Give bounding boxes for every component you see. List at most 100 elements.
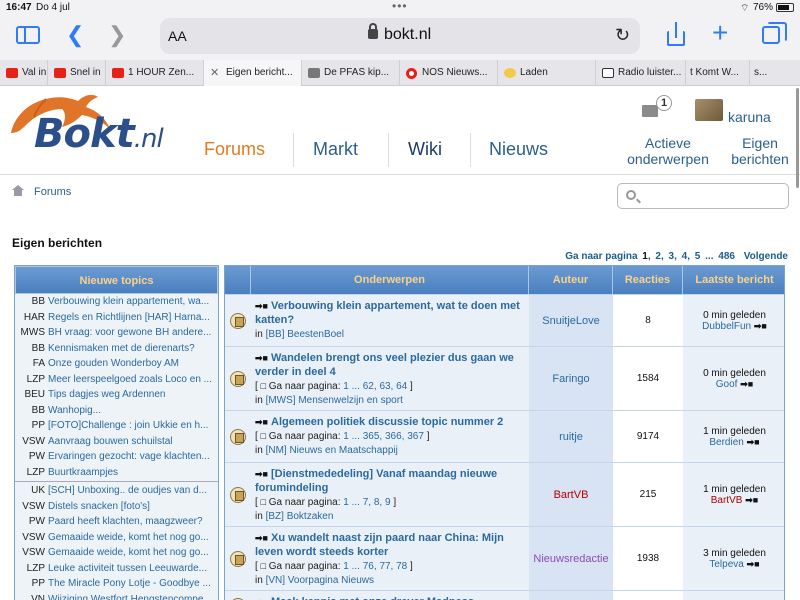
author-link[interactable]: Nieuwsredactie bbox=[533, 553, 608, 565]
new-topic-item[interactable]: PP The Miracle Pony Lotje - Goodbye ... bbox=[15, 576, 218, 592]
share-icon[interactable] bbox=[665, 22, 687, 48]
reader-options-button[interactable]: AA bbox=[168, 28, 187, 44]
browser-tab[interactable]: 1 HOUR Zen... bbox=[106, 60, 204, 86]
last-post-user[interactable]: DubbelFun bbox=[702, 321, 751, 332]
author-link[interactable]: SnuitjeLove bbox=[542, 315, 600, 327]
topic-page-link[interactable]: 78 bbox=[396, 561, 407, 572]
forum-link[interactable]: [BZ] Boktzaken bbox=[266, 511, 334, 522]
home-icon[interactable] bbox=[12, 185, 24, 196]
new-topic-item[interactable]: VSW Distels snacken [foto's] bbox=[15, 499, 218, 515]
page-scrollbar[interactable] bbox=[796, 88, 799, 188]
sidebar-toggle-icon[interactable] bbox=[16, 26, 40, 44]
nav-markt[interactable]: Markt bbox=[313, 139, 358, 160]
browser-tab[interactable]: Val in bbox=[0, 60, 48, 86]
pagination-page[interactable]: 2 bbox=[655, 251, 661, 262]
topic-page-link[interactable]: 1 bbox=[343, 381, 349, 392]
forum-link[interactable]: [BB] BeestenBoel bbox=[266, 329, 344, 340]
reload-icon[interactable]: ↻ bbox=[615, 25, 630, 46]
topic-page-link[interactable]: 365, bbox=[363, 431, 382, 442]
new-topic-item[interactable]: VSW Aanvraag bouwen schuilstal bbox=[15, 434, 218, 450]
mail-icon[interactable] bbox=[642, 105, 658, 117]
topic-page-link[interactable]: 366, bbox=[385, 431, 404, 442]
topic-page-link[interactable]: 7, bbox=[363, 497, 371, 508]
new-post-icon[interactable]: ➡■ bbox=[255, 595, 271, 600]
search-box[interactable] bbox=[617, 183, 789, 209]
forum-link[interactable]: [VN] Voorpagina Nieuws bbox=[266, 575, 374, 586]
address-bar[interactable]: AA bokt.nl ↻ bbox=[160, 18, 640, 54]
topic-page-link[interactable]: 1 bbox=[343, 431, 349, 442]
pagination-last[interactable]: 486 bbox=[718, 251, 735, 262]
nav-forums[interactable]: Forums bbox=[204, 139, 265, 160]
new-topic-link[interactable]: Gemaaide weide, komt het nog go... bbox=[48, 547, 209, 558]
nav-nieuws[interactable]: Nieuws bbox=[489, 139, 548, 160]
topic-page-link[interactable]: 9 bbox=[385, 497, 391, 508]
new-topic-link[interactable]: Wanhopig... bbox=[48, 405, 101, 416]
new-topic-link[interactable]: Meer leerspeelgoed zoals Loco en ... bbox=[48, 374, 212, 385]
topic-page-link[interactable]: ... bbox=[352, 497, 360, 508]
new-topic-item[interactable]: VN Wijziging Westfort Hengstencompe... bbox=[15, 592, 218, 600]
browser-tab[interactable]: s... bbox=[750, 60, 800, 86]
topic-page-link[interactable]: 1 bbox=[343, 497, 349, 508]
new-topic-item[interactable]: PW Ervaringen gezocht: vage klachten... bbox=[15, 449, 218, 465]
topic-link[interactable]: ➡■ Algemeen politiek discussie topic numm… bbox=[255, 415, 525, 429]
new-topic-item[interactable]: HAR Regels en Richtlijnen [HAR] Harna... bbox=[15, 310, 218, 326]
new-topic-link[interactable]: Aanvraag bouwen schuilstal bbox=[48, 436, 173, 447]
topic-page-link[interactable]: 63, bbox=[379, 381, 393, 392]
new-topic-link[interactable]: Wijziging Westfort Hengstencompe... bbox=[48, 594, 212, 600]
topic-page-link[interactable]: 367 bbox=[407, 431, 424, 442]
new-topic-item[interactable]: LZP Leuke activiteit tussen Leeuwarde... bbox=[15, 561, 218, 577]
back-icon[interactable]: ❮ bbox=[66, 24, 84, 46]
topic-link[interactable]: ➡■ Xu wandelt naast zijn paard naar China… bbox=[255, 531, 525, 559]
url-text[interactable]: bokt.nl bbox=[384, 26, 431, 44]
goto-last-post-icon[interactable]: ➡■ bbox=[747, 559, 760, 569]
goto-last-post-icon[interactable]: ➡■ bbox=[747, 437, 760, 447]
pagination-page[interactable]: 4 bbox=[682, 251, 688, 262]
new-topic-link[interactable]: The Miracle Pony Lotje - Goodbye ... bbox=[48, 578, 211, 589]
nav-wiki[interactable]: Wiki bbox=[408, 139, 442, 160]
topic-link[interactable]: ➡■Maak kennis met onze drever Madness... bbox=[255, 595, 525, 600]
browser-tab[interactable]: Snel in bbox=[48, 60, 106, 86]
new-tab-icon[interactable]: + bbox=[712, 19, 728, 47]
new-topic-item[interactable]: BEU Tips dagjes weg Ardennen bbox=[15, 387, 218, 403]
new-topic-item[interactable]: UK [SCH] Unboxing.. de oudjes van d... bbox=[15, 483, 218, 499]
new-topic-item[interactable]: BB Verbouwing klein appartement, wa... bbox=[15, 294, 218, 310]
new-topic-link[interactable]: Tips dagjes weg Ardennen bbox=[48, 389, 166, 400]
new-topic-item[interactable]: BB Wanhopig... bbox=[15, 403, 218, 419]
new-topic-item[interactable]: VSW Gemaaide weide, komt het nog go... bbox=[15, 530, 218, 546]
new-topic-link[interactable]: Ervaringen gezocht: vage klachten... bbox=[48, 451, 210, 462]
new-topic-link[interactable]: Regels en Richtlijnen [HAR] Harna... bbox=[48, 312, 210, 323]
username-link[interactable]: karuna bbox=[728, 109, 771, 125]
new-topic-item[interactable]: LZP Buurtkraampjes bbox=[15, 465, 218, 481]
new-topic-link[interactable]: Paard heeft klachten, maagzweer? bbox=[48, 516, 203, 527]
nav-actieve-onderwerpen[interactable]: Actieve onderwerpen bbox=[622, 135, 714, 167]
topic-page-link[interactable]: ... bbox=[352, 381, 360, 392]
new-topic-item[interactable]: PP [FOTO]Challenge : join Ukkie en h... bbox=[15, 418, 218, 434]
pagination-page[interactable]: 5 bbox=[695, 251, 701, 262]
forum-link[interactable]: [NM] Nieuws en Maatschappij bbox=[266, 445, 398, 456]
goto-last-post-icon[interactable]: ➡■ bbox=[740, 379, 753, 389]
bokt-logo[interactable]: Bokt.nl bbox=[6, 91, 176, 167]
topic-page-link[interactable]: 77, bbox=[379, 561, 393, 572]
author-link[interactable]: Faringo bbox=[552, 373, 589, 385]
browser-tab[interactable]: Radio luister... bbox=[596, 60, 686, 86]
browser-tab[interactable]: De PFAS kip... bbox=[302, 60, 400, 86]
avatar[interactable] bbox=[695, 99, 723, 121]
new-topic-link[interactable]: [FOTO]Challenge : join Ukkie en h... bbox=[48, 420, 208, 431]
goto-last-post-icon[interactable]: ➡■ bbox=[745, 495, 758, 505]
new-topic-link[interactable]: Kennismaken met de dierenarts? bbox=[48, 343, 195, 354]
browser-tab[interactable]: Laden bbox=[498, 60, 596, 86]
topic-link[interactable]: ➡■ [Dienstmededeling] Vanaf maandag nieuw… bbox=[255, 467, 525, 495]
tab-overview-icon[interactable] bbox=[762, 22, 787, 44]
topic-page-link[interactable]: ... bbox=[352, 561, 360, 572]
topic-page-link[interactable]: 62, bbox=[363, 381, 377, 392]
new-post-icon[interactable]: ➡■ bbox=[255, 467, 271, 481]
goto-last-post-icon[interactable]: ➡■ bbox=[754, 321, 767, 331]
last-post-user[interactable]: Berdien bbox=[709, 437, 743, 448]
new-topic-link[interactable]: Leuke activiteit tussen Leeuwarde... bbox=[48, 563, 207, 574]
browser-tab-active[interactable]: ✕ Eigen bericht... bbox=[204, 60, 302, 86]
nav-eigen-berichten[interactable]: Eigen berichten bbox=[724, 135, 796, 167]
breadcrumb-forums[interactable]: Forums bbox=[34, 186, 71, 198]
last-post-user[interactable]: Telpeva bbox=[709, 559, 743, 570]
new-topic-link[interactable]: Buurtkraampjes bbox=[48, 467, 118, 478]
search-input[interactable] bbox=[642, 187, 782, 205]
